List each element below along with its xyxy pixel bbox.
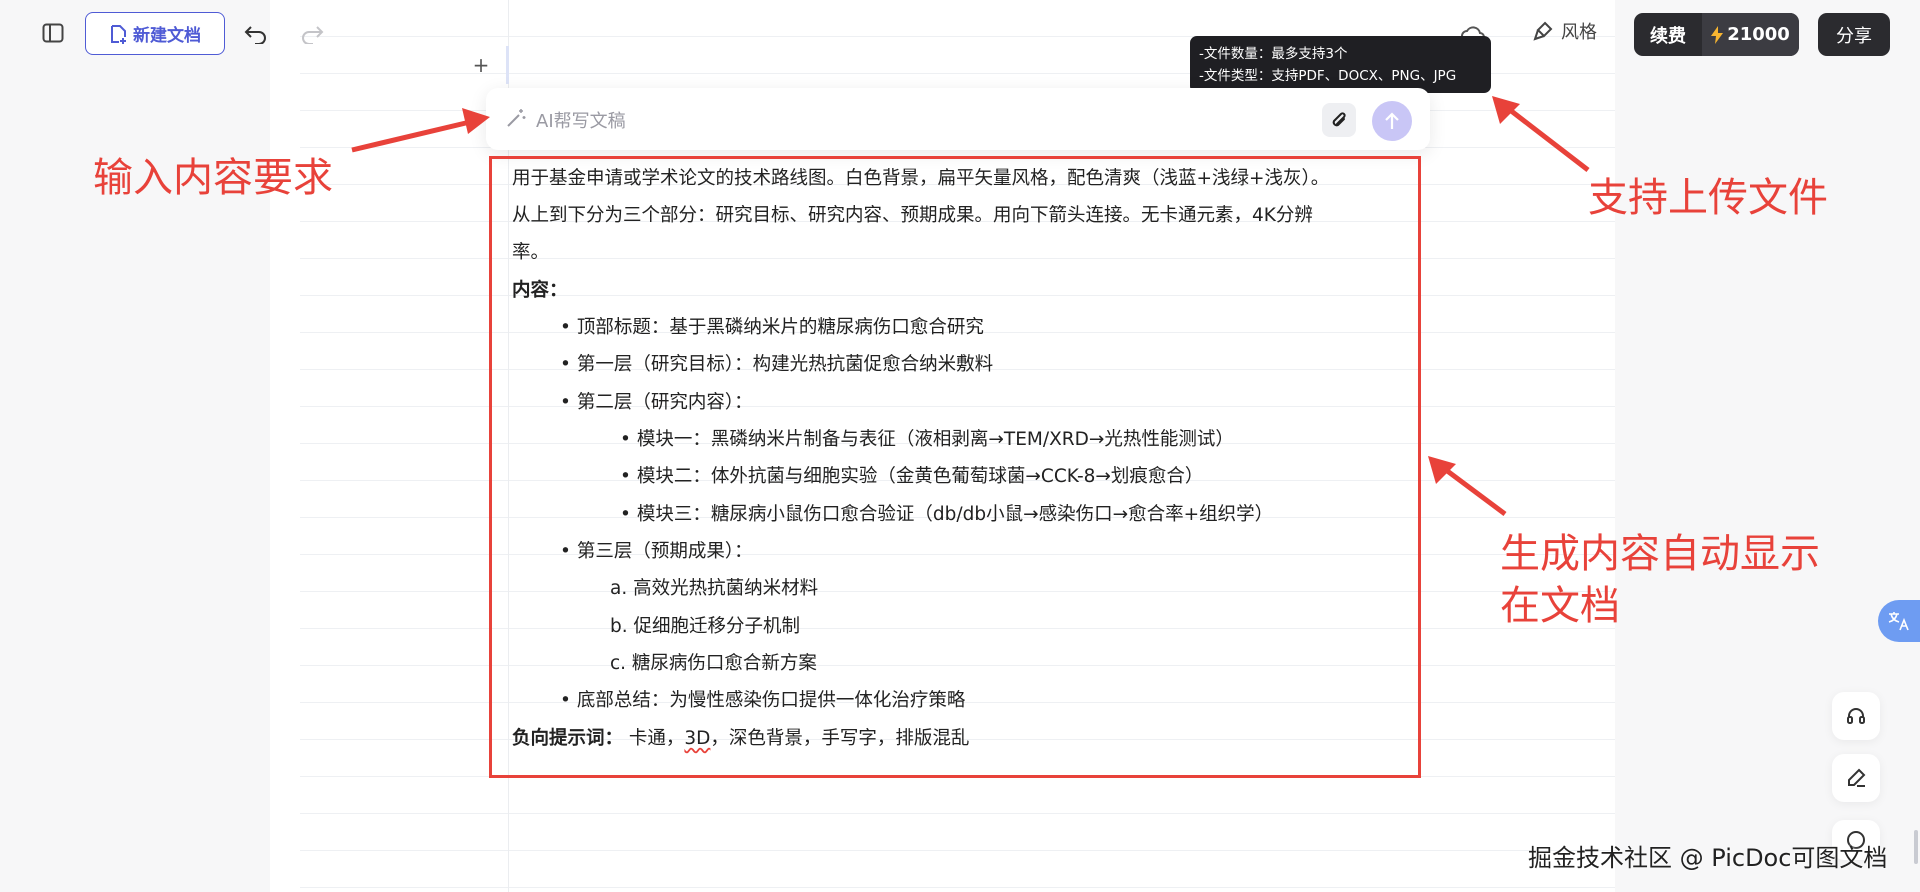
annotation-arrows [351,96,1590,517]
translate-icon [1888,612,1909,631]
support-button[interactable] [1832,692,1880,740]
edit-icon [1848,768,1866,787]
headset-icon [1847,708,1865,724]
arrow-to-attach [1492,96,1590,172]
feedback-button[interactable] [1832,754,1880,802]
arrow-to-input [351,108,490,153]
scrollbar-thumb[interactable] [1914,830,1918,864]
translate-button[interactable] [1878,600,1920,642]
watermark: 掘金技术社区 @ PicDoc可图文档 [1528,844,1888,872]
arrow-to-content [1428,456,1507,517]
app-stage: 新建文档 风格 续费 21000 分享 -文件数量：最多支持3个 -文件类型：支… [0,0,1920,892]
